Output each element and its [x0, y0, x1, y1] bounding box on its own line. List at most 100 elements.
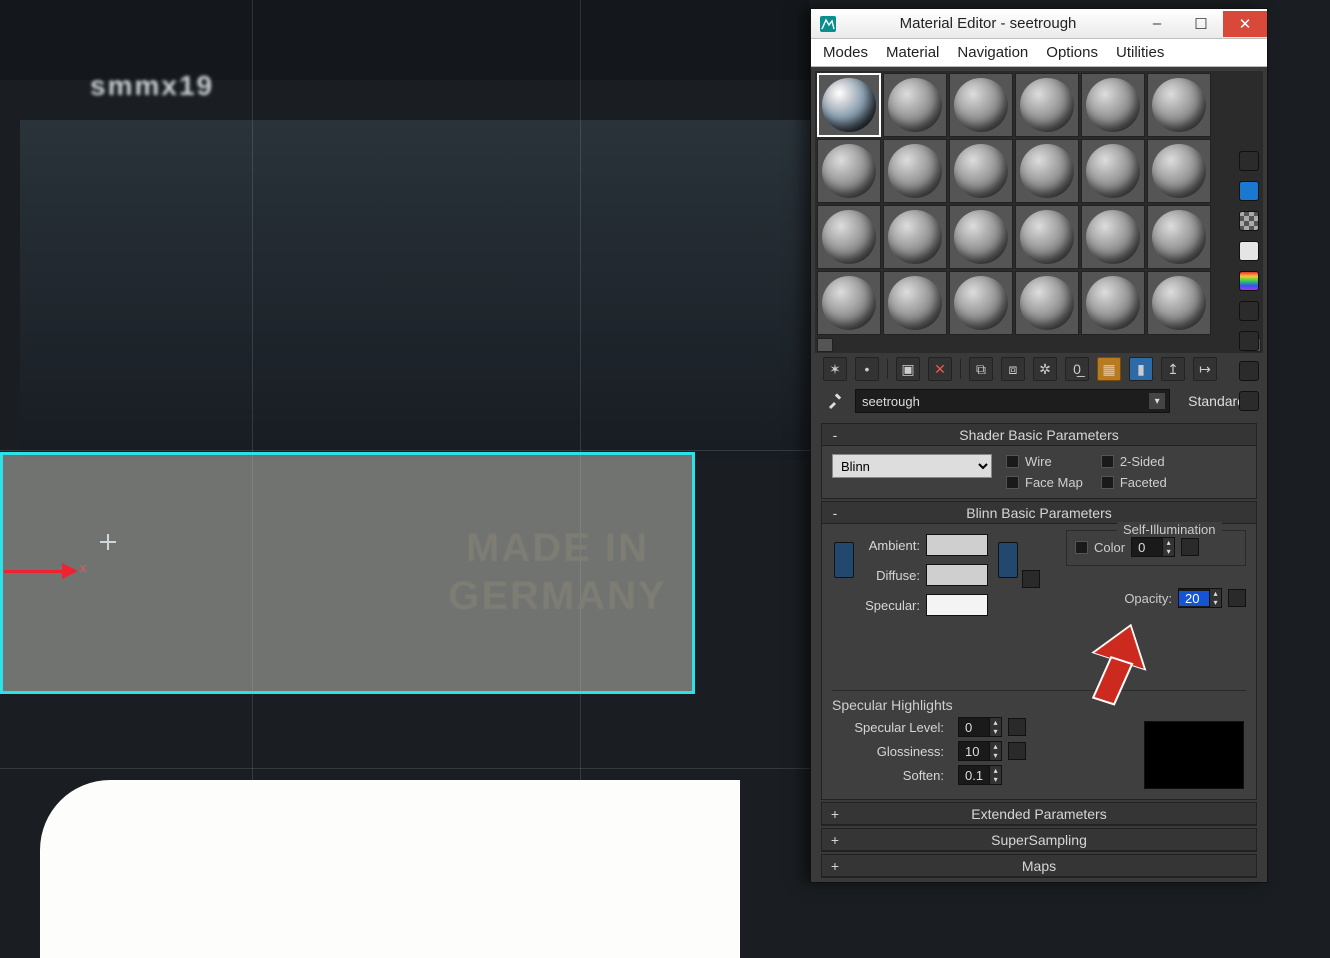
sample-slot[interactable] — [1015, 73, 1079, 137]
sample-slot[interactable] — [817, 205, 881, 269]
material-map-nav-icon[interactable] — [1239, 391, 1259, 411]
sample-slot[interactable] — [817, 271, 881, 335]
rollup-header[interactable]: + Maps — [822, 855, 1256, 877]
diffuse-color-swatch[interactable] — [926, 564, 988, 586]
sample-grid-scrollbar[interactable] — [815, 337, 1263, 353]
ambient-diffuse-lock-icon[interactable] — [834, 542, 854, 578]
rollup-toggle[interactable]: + — [828, 832, 842, 848]
shader-type-select[interactable]: Blinn — [832, 454, 992, 478]
sample-slot[interactable] — [949, 139, 1013, 203]
maximize-button[interactable]: ☐ — [1179, 11, 1223, 37]
wire-checkbox[interactable]: Wire — [1006, 454, 1083, 469]
rollup-title: Extended Parameters — [971, 806, 1106, 822]
sample-slot[interactable] — [949, 271, 1013, 335]
opacity-map-slot[interactable] — [1228, 589, 1246, 607]
specular-level-map-slot[interactable] — [1008, 718, 1026, 736]
opacity-spinner[interactable]: 20 ▴▾ — [1178, 588, 1222, 608]
show-end-result-icon[interactable]: ▮ — [1129, 357, 1153, 381]
move-gizmo-center[interactable] — [100, 534, 116, 550]
sample-slot[interactable] — [1081, 205, 1145, 269]
sample-slot[interactable] — [817, 139, 881, 203]
self-illum-map-slot[interactable] — [1181, 538, 1199, 556]
sample-slot[interactable] — [883, 139, 947, 203]
select-by-material-icon[interactable] — [1239, 361, 1259, 381]
sample-slot[interactable] — [1081, 139, 1145, 203]
diffuse-map-slot[interactable] — [1022, 570, 1040, 588]
make-copy-icon[interactable]: ⧉ — [969, 357, 993, 381]
assign-to-selection-icon[interactable]: ▣ — [896, 357, 920, 381]
sample-slot[interactable] — [1081, 271, 1145, 335]
material-toolbar: ✶ • ▣ ✕ ⧉ ⧈ ✲ 0̲ ▦ ▮ ↥ ↦ — [815, 353, 1263, 385]
gizmo-x-arrowhead — [62, 563, 78, 579]
titlebar[interactable]: Material Editor - seetrough – ☐ ✕ — [811, 9, 1267, 39]
specular-color-swatch[interactable] — [926, 594, 988, 616]
make-preview-icon[interactable] — [1239, 301, 1259, 321]
sample-slot[interactable] — [1147, 205, 1211, 269]
diffuse-specular-lock-icon[interactable] — [998, 542, 1018, 578]
rollup-toggle[interactable]: + — [828, 806, 842, 822]
pick-material-icon[interactable] — [825, 391, 845, 411]
go-to-parent-icon[interactable]: ↥ — [1161, 357, 1185, 381]
material-name-combo[interactable]: seetrough ▾ — [855, 389, 1170, 413]
background-check-icon[interactable] — [1239, 211, 1259, 231]
rollup-header[interactable]: + SuperSampling — [822, 829, 1256, 851]
go-forward-sibling-icon[interactable]: ↦ — [1193, 357, 1217, 381]
menu-modes[interactable]: Modes — [823, 44, 868, 61]
menu-options[interactable]: Options — [1046, 44, 1098, 61]
specular-level-spinner[interactable]: 0 ▴▾ — [958, 717, 1002, 737]
self-illum-color-checkbox[interactable] — [1075, 541, 1088, 554]
sample-slot[interactable] — [1015, 139, 1079, 203]
rollup-header[interactable]: - Blinn Basic Parameters — [822, 502, 1256, 524]
sample-slot[interactable] — [1015, 205, 1079, 269]
rollup-toggle[interactable]: - — [828, 505, 842, 521]
sample-slot[interactable] — [1147, 73, 1211, 137]
sample-slot[interactable] — [883, 205, 947, 269]
sample-slot-grid[interactable] — [815, 71, 1263, 337]
sample-type-icon[interactable] — [1239, 151, 1259, 171]
gizmo-x-axis[interactable]: x — [4, 560, 104, 590]
ambient-color-swatch[interactable] — [926, 534, 988, 556]
sample-slot-active[interactable] — [817, 73, 881, 137]
sample-slot[interactable] — [883, 73, 947, 137]
video-color-check-icon[interactable] — [1239, 271, 1259, 291]
sample-slot[interactable] — [1015, 271, 1079, 335]
material-id-icon[interactable]: 0̲ — [1065, 357, 1089, 381]
get-material-icon[interactable]: ✶ — [823, 357, 847, 381]
show-map-in-viewport-icon[interactable]: ▦ — [1097, 357, 1121, 381]
options-icon[interactable] — [1239, 331, 1259, 351]
put-to-scene-icon[interactable]: • — [855, 357, 879, 381]
sample-slot[interactable] — [949, 205, 1013, 269]
backlight-icon[interactable] — [1239, 181, 1259, 201]
material-editor-window[interactable]: Material Editor - seetrough – ☐ ✕ Modes … — [810, 8, 1268, 883]
sample-slot[interactable] — [883, 271, 947, 335]
sample-uv-icon[interactable] — [1239, 241, 1259, 261]
menu-utilities[interactable]: Utilities — [1116, 44, 1164, 61]
rollup-toggle[interactable]: - — [828, 427, 842, 443]
opacity-value[interactable]: 20 — [1179, 591, 1209, 606]
rollup-toggle[interactable]: + — [828, 858, 842, 874]
minimize-button[interactable]: – — [1135, 11, 1179, 37]
faceted-checkbox[interactable]: Faceted — [1101, 475, 1167, 490]
face-map-checkbox[interactable]: Face Map — [1006, 475, 1083, 490]
put-to-library-icon[interactable]: ✲ — [1033, 357, 1057, 381]
reset-map-icon[interactable]: ✕ — [928, 357, 952, 381]
menu-bar[interactable]: Modes Material Navigation Options Utilit… — [811, 39, 1267, 67]
sample-slot[interactable] — [949, 73, 1013, 137]
close-button[interactable]: ✕ — [1223, 11, 1267, 37]
menu-navigation[interactable]: Navigation — [957, 44, 1028, 61]
rollup-header[interactable]: - Shader Basic Parameters — [822, 424, 1256, 446]
sample-slot[interactable] — [1147, 139, 1211, 203]
menu-material[interactable]: Material — [886, 44, 939, 61]
chevron-down-icon[interactable]: ▾ — [1149, 393, 1165, 409]
glossiness-spinner[interactable]: 10 ▴▾ — [958, 741, 1002, 761]
rollup-header[interactable]: + Extended Parameters — [822, 803, 1256, 825]
self-illum-spinner[interactable]: 0 ▴▾ — [1131, 537, 1175, 557]
make-unique-icon[interactable]: ⧈ — [1001, 357, 1025, 381]
diffuse-label: Diffuse: — [856, 568, 926, 583]
soften-spinner[interactable]: 0.1 ▴▾ — [958, 765, 1002, 785]
sample-slot[interactable] — [1147, 271, 1211, 335]
glossiness-map-slot[interactable] — [1008, 742, 1026, 760]
two-sided-checkbox[interactable]: 2-Sided — [1101, 454, 1167, 469]
sample-slot[interactable] — [1081, 73, 1145, 137]
scroll-left-icon[interactable] — [817, 338, 833, 352]
